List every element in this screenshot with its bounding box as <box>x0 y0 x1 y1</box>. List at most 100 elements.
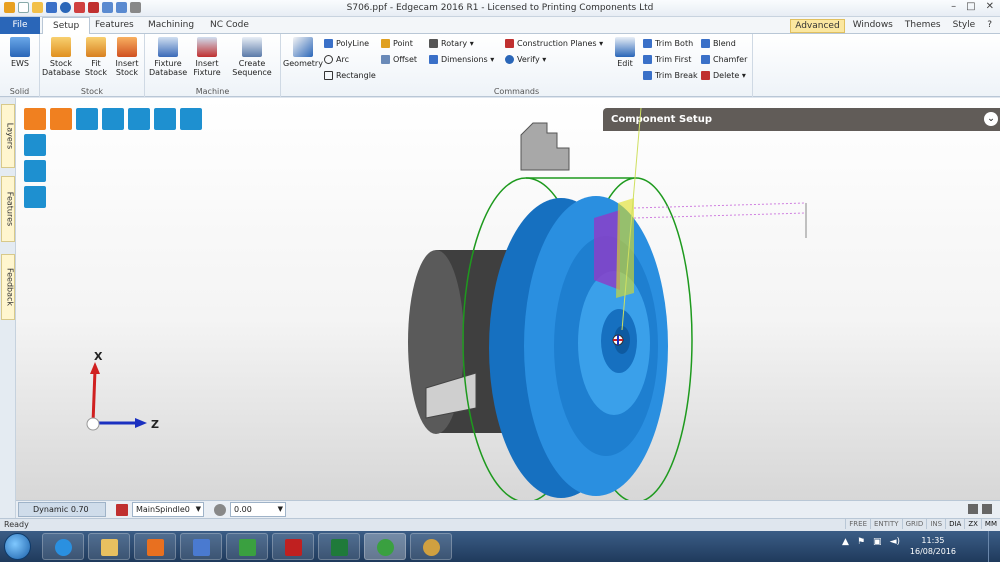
ribbon-group-machine: Fixture Database Insert Fixture Create S… <box>145 34 281 97</box>
taskbar-explorer[interactable] <box>88 533 130 560</box>
point-button[interactable]: Point <box>381 37 413 51</box>
offset-label: Offset <box>393 55 418 64</box>
help-button[interactable]: ? <box>983 19 996 33</box>
trim-both-label: Trim Both <box>655 39 694 48</box>
delete-button[interactable]: Delete ▾ <box>701 69 746 83</box>
fit-stock-button[interactable]: Fit Stock <box>82 37 110 77</box>
group-label-stock: Stock <box>80 87 104 96</box>
indicator-grid[interactable]: GRID <box>901 519 927 529</box>
trim-both-button[interactable]: Trim Both <box>643 37 693 51</box>
polyline-button[interactable]: PolyLine <box>324 37 369 51</box>
part-model <box>489 196 668 498</box>
advanced-button[interactable]: Advanced <box>790 19 845 33</box>
blend-button[interactable]: Blend <box>701 37 736 51</box>
dynamic-view-field[interactable]: Dynamic 0.70 <box>18 502 106 517</box>
taskbar-ie[interactable] <box>42 533 84 560</box>
stock-database-button[interactable]: Stock Database <box>42 37 80 77</box>
graphics-viewport[interactable]: Component Setup ⌄ X Z <box>16 98 1000 500</box>
rectangle-button[interactable]: Rectangle <box>324 69 376 83</box>
edit-label: Edit <box>617 59 633 68</box>
chevron-down-icon: ▼ <box>277 505 283 513</box>
blend-icon <box>701 39 710 48</box>
trim-break-label: Trim Break <box>655 71 698 80</box>
insert-fixture-button[interactable]: Insert Fixture <box>189 37 225 77</box>
status-text: Ready <box>4 520 29 529</box>
view-toolbar: Dynamic 0.70 MainSpindle0 ▼ 0.00 ▼ <box>16 500 1000 518</box>
title-bar: S706.ppf - Edgecam 2016 R1 - Licensed to… <box>0 0 1000 17</box>
indicator-zx[interactable]: ZX <box>964 519 981 529</box>
taskbar-paint[interactable] <box>410 533 452 560</box>
fixture-database-button[interactable]: Fixture Database <box>149 37 187 77</box>
tab-features[interactable]: Features <box>85 17 144 34</box>
side-tab-layers[interactable]: Layers <box>1 104 15 168</box>
geometry-button[interactable]: Geometry <box>283 37 323 68</box>
taskbar-acrobat[interactable] <box>272 533 314 560</box>
taskbar-media[interactable] <box>134 533 176 560</box>
windows-menu[interactable]: Windows <box>849 19 897 33</box>
clock[interactable]: 11:35 16/08/2016 <box>910 535 956 557</box>
trim-break-button[interactable]: Trim Break <box>643 69 698 83</box>
point-label: Point <box>393 39 413 48</box>
indicator-ins[interactable]: INS <box>926 519 945 529</box>
ews-label: EWS <box>10 59 30 68</box>
create-sequence-button[interactable]: Create Sequence <box>229 37 275 77</box>
construction-planes-button[interactable]: Construction Planes ▾ <box>505 37 603 51</box>
trim-first-label: Trim First <box>655 55 692 64</box>
volume-icon[interactable]: ◄) <box>890 537 900 547</box>
taskbar-app-a[interactable] <box>180 533 222 560</box>
trim-first-button[interactable]: Trim First <box>643 53 691 67</box>
chamfer-button[interactable]: Chamfer <box>701 53 747 67</box>
arc-button[interactable]: Arc <box>324 53 349 67</box>
tab-setup[interactable]: Setup <box>42 17 91 35</box>
verify-button[interactable]: Verify ▾ <box>505 53 546 67</box>
indicator-dia[interactable]: DIA <box>945 519 964 529</box>
rotary-button[interactable]: Rotary ▾ <box>429 37 474 51</box>
ribbon-group-stock: Stock Database Fit Stock Insert Stock St… <box>40 34 145 97</box>
side-tab-feedback[interactable]: Feedback <box>1 254 15 320</box>
taskbar-app-b[interactable] <box>226 533 268 560</box>
themes-menu[interactable]: Themes <box>901 19 945 33</box>
indicator-mm[interactable]: MM <box>980 519 1000 529</box>
maximize-icon[interactable]: □ <box>966 1 975 12</box>
group-label-commands: Commands <box>493 87 540 96</box>
start-button[interactable] <box>4 533 31 560</box>
insert-stock-button[interactable]: Insert Stock <box>112 37 142 77</box>
layout-split-icon[interactable] <box>982 504 992 514</box>
dimensions-button[interactable]: Dimensions ▾ <box>429 53 494 67</box>
minimize-icon[interactable]: – <box>951 1 956 12</box>
close-icon[interactable]: ✕ <box>986 1 994 12</box>
ews-button[interactable]: EWS <box>4 37 36 68</box>
flag-icon[interactable]: ⚑ <box>857 537 865 547</box>
layout-icon[interactable] <box>968 504 978 514</box>
chuck-jaw-top <box>520 122 570 171</box>
tray-arrow-icon[interactable]: ▲ <box>842 537 849 547</box>
chamfer-icon <box>701 55 710 64</box>
spindle-select[interactable]: MainSpindle0 ▼ <box>132 502 204 517</box>
indicator-free[interactable]: FREE <box>845 519 870 529</box>
indicator-entity[interactable]: ENTITY <box>870 519 902 529</box>
value-select-value: 0.00 <box>234 505 252 514</box>
value-select[interactable]: 0.00 ▼ <box>230 502 286 517</box>
tab-file[interactable]: File <box>0 17 40 34</box>
taskbar-excel[interactable] <box>318 533 360 560</box>
style-menu[interactable]: Style <box>949 19 980 33</box>
window-controls: – □ ✕ <box>951 1 994 12</box>
arc-label: Arc <box>336 55 349 64</box>
tab-nc-code[interactable]: NC Code <box>200 17 259 34</box>
clock-time: 11:35 <box>921 536 945 545</box>
construction-planes-icon <box>505 39 514 48</box>
side-tab-features[interactable]: Features <box>1 176 15 242</box>
taskbar-edgecam[interactable] <box>364 533 406 560</box>
group-label-machine: Machine <box>195 87 230 96</box>
show-desktop-button[interactable] <box>988 531 1000 562</box>
point-icon <box>381 39 390 48</box>
fit-stock-icon <box>86 37 106 57</box>
media-player-icon <box>147 539 164 556</box>
edit-button[interactable]: Edit <box>611 37 639 68</box>
ribbon: EWS Solid Stock Database Fit Stock Inser… <box>0 34 1000 97</box>
tab-machining[interactable]: Machining <box>138 17 204 34</box>
polyline-icon <box>324 39 333 48</box>
side-tab-feedback-label: Feedback <box>5 267 15 307</box>
offset-button[interactable]: Offset <box>381 53 417 67</box>
network-icon[interactable]: ▣ <box>873 537 882 547</box>
